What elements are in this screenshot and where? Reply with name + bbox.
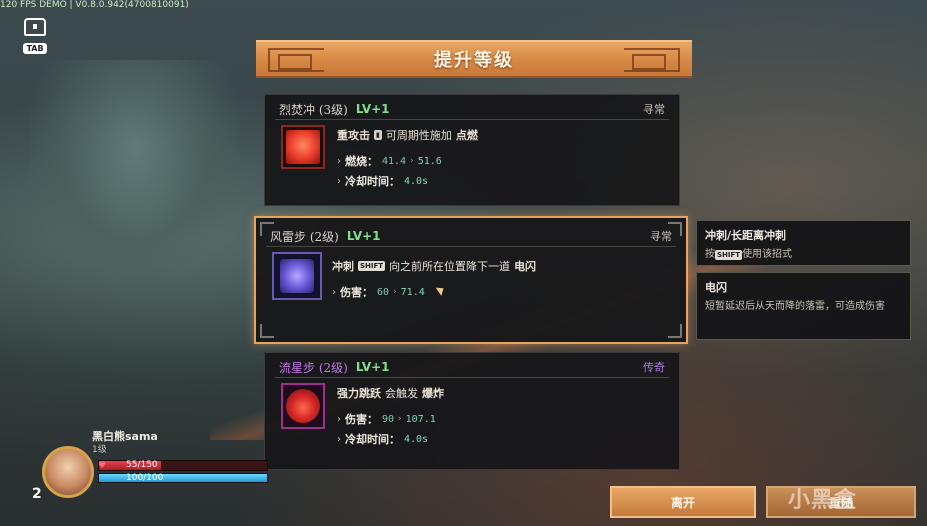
- player-level: 1级: [92, 445, 107, 455]
- stat-label: 燃烧：: [345, 155, 378, 168]
- tab-key-label: TAB: [23, 43, 47, 54]
- chest-icon: [24, 18, 46, 36]
- stat-row: › 冷却时间： 4.0s: [337, 173, 428, 189]
- chevron-right-icon: ›: [332, 286, 336, 298]
- level-up-label: LV+1: [355, 102, 390, 116]
- stat-value: 4.0s: [404, 433, 429, 445]
- skill-points-count: 2: [32, 486, 42, 502]
- meteor-skill-icon: [286, 389, 320, 423]
- stat-value: 4.0s: [404, 175, 429, 187]
- stat-label: 伤害：: [345, 413, 378, 426]
- skill-icon-frame: [281, 125, 325, 169]
- watermark-logo: 小黑盒: [788, 488, 858, 513]
- desc-action: 重攻击: [337, 129, 370, 142]
- leave-button[interactable]: 离开: [610, 486, 756, 518]
- desc-action: 强力跳跃: [337, 387, 381, 400]
- desc-keyword: 点燃: [455, 129, 478, 142]
- avatar: [42, 446, 94, 498]
- heart-icon: ♥: [98, 461, 107, 471]
- tooltip-lightning: 电闪 短暂延迟后从天而降的落雷，可造成伤害: [696, 272, 911, 340]
- lightning-dash-icon: [280, 259, 314, 293]
- upgrade-card-3[interactable]: 流星步 (2级) LV+1 传奇 强力跳跃 会触发 爆炸 › 伤害： 90 › 1…: [264, 352, 680, 470]
- desc-text: 会触发: [385, 387, 418, 400]
- skill-description: 冲刺 SHIFT 向之前所在位置降下一道 电闪: [332, 258, 536, 274]
- skill-icon-frame: [272, 252, 322, 300]
- fire-skill-icon: [286, 130, 320, 164]
- stat-new-value: 107.1: [405, 413, 436, 425]
- stat-label: 冷却时间：: [345, 433, 400, 446]
- chevron-right-icon: ›: [337, 433, 341, 445]
- chevron-right-icon: ›: [337, 413, 341, 425]
- skill-name: 风雷步 (2级): [270, 229, 339, 244]
- level-up-label: LV+1: [355, 360, 390, 374]
- tooltip-dash: 冲刺/长距离冲刺 按 SHIFT 使用该招式: [696, 220, 911, 266]
- stat-row: › 冷却时间： 4.0s: [337, 431, 428, 447]
- mana-bar: [98, 473, 268, 483]
- heavy-attack-key-icon: ▮: [374, 130, 382, 140]
- inventory-tab-button[interactable]: TAB: [22, 18, 48, 62]
- stat-old-value: 60: [377, 286, 390, 298]
- page-title: 提升等级: [434, 50, 514, 71]
- rarity-label: 寻常: [643, 103, 665, 116]
- stat-row: › 伤害： 60 › 71.4: [332, 284, 425, 300]
- tooltip-title: 冲刺/长距离冲刺: [705, 229, 787, 242]
- desc-keyword: 爆炸: [422, 387, 444, 400]
- chevron-right-icon: ›: [337, 155, 341, 167]
- desc-keyword: 电闪: [514, 260, 537, 273]
- banner-ornament-right: [624, 48, 680, 72]
- corner-ornament: [668, 324, 682, 338]
- mana-bar-fill: [99, 474, 267, 482]
- mana-text: 100/100: [126, 473, 164, 483]
- stat-label: 冷却时间：: [345, 175, 400, 188]
- rarity-label: 寻常: [650, 230, 672, 243]
- arrow-right-icon: ›: [393, 287, 397, 297]
- level-up-label: LV+1: [346, 229, 381, 243]
- chevron-right-icon: ›: [337, 175, 341, 187]
- arrow-right-icon: ›: [410, 156, 414, 166]
- tooltip-body: 按 SHIFT 使用该招式: [705, 247, 902, 263]
- stat-old-value: 41.4: [382, 155, 407, 167]
- stat-new-value: 71.4: [400, 286, 425, 298]
- background-statue: [30, 60, 240, 280]
- shift-key-icon: SHIFT: [715, 250, 743, 260]
- health-text: 55/150: [126, 460, 158, 470]
- card-header: 风雷步 (2级) LV+1 寻常: [270, 228, 672, 244]
- stat-new-value: 51.6: [417, 155, 442, 167]
- upgrade-card-2-selected[interactable]: 风雷步 (2级) LV+1 寻常 冲刺 SHIFT 向之前所在位置降下一道 电闪 …: [254, 216, 688, 344]
- tooltip-text: 使用该招式: [742, 249, 793, 260]
- player-status: 黑白熊sama 1级 2 ♥ 55/150 100/100: [20, 428, 270, 524]
- card-header: 烈焚冲 (3级) LV+1 寻常: [279, 101, 665, 117]
- title-banner: 提升等级: [256, 40, 692, 78]
- desc-action: 冲刺: [332, 260, 354, 273]
- stat-row: › 燃烧： 41.4 › 51.6: [337, 153, 442, 169]
- stat-old-value: 90: [382, 413, 395, 425]
- tooltip-title: 电闪: [705, 281, 727, 294]
- health-bar: [98, 460, 268, 471]
- skill-name: 流星步 (2级): [279, 360, 348, 375]
- tooltip-body: 短暂延迟后从天而降的落雷，可造成伤害: [705, 301, 885, 312]
- desc-text: 可周期性施加: [385, 129, 452, 142]
- skill-name: 烈焚冲 (3级): [279, 102, 348, 117]
- desc-text: 向之前所在位置降下一道: [389, 260, 511, 273]
- card-divider: [275, 119, 669, 120]
- stat-label: 伤害：: [340, 286, 373, 299]
- fps-counter: 120 FPS DEMO | V0.8.0.942(4700810091): [0, 0, 189, 10]
- tooltip-text: 按: [705, 249, 715, 260]
- card-divider: [275, 377, 669, 378]
- skill-icon-frame: [281, 383, 325, 429]
- stat-row: › 伤害： 90 › 107.1: [337, 411, 436, 427]
- skill-description: 强力跳跃 会触发 爆炸: [337, 385, 444, 401]
- arrow-right-icon: ›: [398, 414, 402, 424]
- corner-ornament: [260, 324, 274, 338]
- card-header: 流星步 (2级) LV+1 传奇: [279, 359, 665, 375]
- card-divider: [266, 246, 676, 247]
- upgrade-card-1[interactable]: 烈焚冲 (3级) LV+1 寻常 重攻击 ▮ 可周期性施加 点燃 › 燃烧： 41…: [264, 94, 680, 206]
- banner-ornament-left: [268, 48, 324, 72]
- skill-description: 重攻击 ▮ 可周期性施加 点燃: [337, 127, 478, 143]
- shift-key-icon: SHIFT: [358, 261, 386, 271]
- rarity-label: 传奇: [643, 361, 665, 374]
